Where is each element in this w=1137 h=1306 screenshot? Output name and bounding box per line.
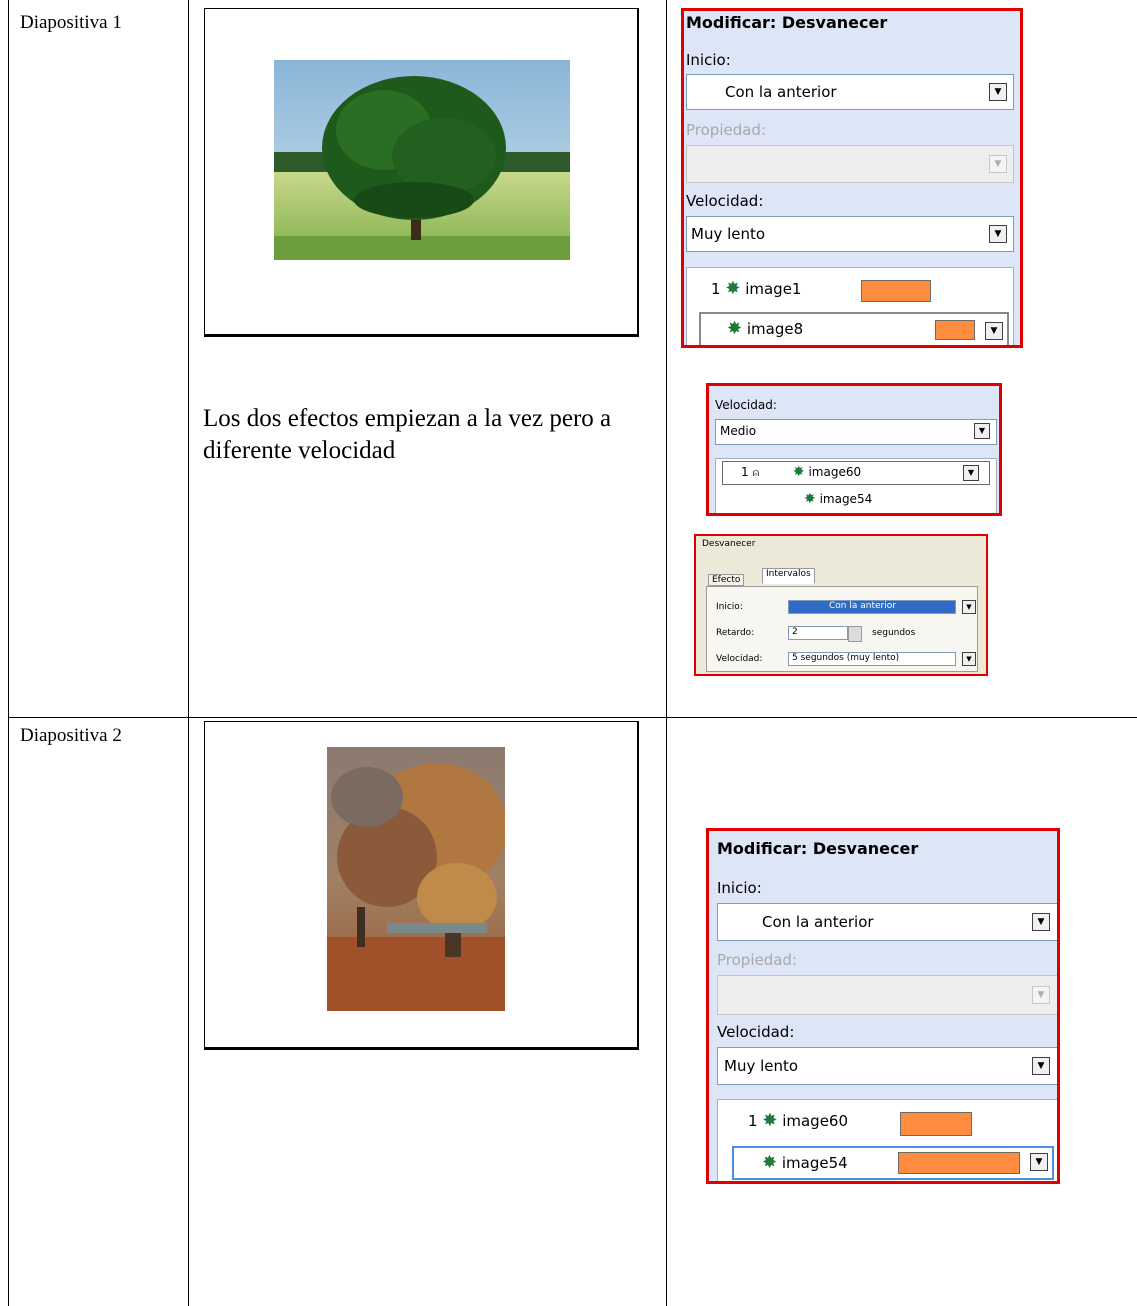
tab-efecto[interactable]: Efecto [708,574,745,586]
fade-star-icon: ✸ [762,1110,778,1131]
list-item-selected[interactable]: ✸ image8 ▼ [699,312,1009,345]
retardo-value: 2 [792,627,798,637]
propiedad-label: Propiedad: [717,951,798,969]
chevron-down-icon[interactable]: ▼ [985,322,1003,340]
inicio-select[interactable]: Con la anterior ▼ [717,903,1057,941]
mouse-click-icon: ⍝ [752,466,760,479]
item-name: image54 [781,1154,848,1172]
item-number: 1 [748,1112,758,1130]
velocidad-value: Muy lento [724,1057,799,1075]
panel-title: Modificar: Desvanecer [686,13,888,32]
custom-animation-mini-panel: Velocidad: Medio ▼ 1 ⍝ ✸ image60 ▼ ✸ ima… [706,383,1002,516]
timeline-bar[interactable] [861,280,931,302]
velocidad-select[interactable]: Muy lento ▼ [686,216,1014,252]
chevron-down-icon: ▼ [989,155,1007,173]
retardo-label: Retardo: [716,628,755,638]
chevron-down-icon[interactable]: ▼ [963,465,979,481]
velocidad-value: Medio [720,424,757,438]
animation-list: 1 ✸ image1 ✸ image8 ▼ [686,267,1014,345]
retardo-unit: segundos [872,628,916,638]
velocidad-label: Velocidad: [716,654,763,664]
chevron-down-icon[interactable]: ▼ [1032,913,1050,931]
velocidad-label: Velocidad: [715,398,777,412]
fade-star-icon: ✸ [804,491,816,507]
chevron-down-icon[interactable]: ▼ [989,83,1007,101]
propiedad-select: ▼ [717,975,1057,1015]
item-name: image54 [819,492,873,506]
fade-star-icon: ✸ [792,464,805,480]
slide-thumbnail-2 [204,721,639,1050]
effect-options-dialog: Desvanecer Efecto Intervalos Inicio: Con… [694,534,988,676]
fade-star-icon: ✸ [725,278,741,299]
velocidad-select[interactable]: Muy lento ▼ [717,1047,1057,1085]
inicio-select[interactable]: Con la anterior ▼ [686,74,1014,110]
item-name: image1 [745,280,802,298]
velocidad-value: Muy lento [691,225,766,243]
chevron-down-icon: ▼ [1032,986,1050,1004]
inicio-label: Inicio: [686,51,731,69]
timeline-bar[interactable] [900,1112,972,1136]
list-item[interactable]: ✸ image54 [804,491,872,507]
chevron-down-icon[interactable]: ▼ [1030,1153,1048,1171]
list-item[interactable]: 1 ✸ image60 [748,1110,848,1131]
timeline-bar[interactable] [935,320,975,340]
autumn-tree-photo [327,747,505,1011]
row-label-1: Diapositiva 1 [20,12,122,33]
inicio-value: Con la anterior [762,913,874,931]
animation-list: 1 ✸ image60 ✸ image54 ▼ [717,1099,1057,1181]
velocidad-label: Velocidad: [686,192,764,210]
custom-animation-panel-1: Modificar: Desvanecer Inicio: Con la ant… [681,8,1023,348]
animation-list: 1 ⍝ ✸ image60 ▼ ✸ image54 [715,458,997,513]
propiedad-select: ▼ [686,145,1014,183]
chevron-down-icon[interactable]: ▼ [962,652,976,666]
chevron-down-icon[interactable]: ▼ [962,600,976,614]
item-name: image8 [746,320,804,338]
list-item-selected[interactable]: ✸ image54 ▼ [732,1146,1054,1180]
inicio-label: Inicio: [716,602,743,612]
caption-text: Los dos efectos empiezan a la vez pero a… [203,405,612,464]
tab-intervalos[interactable]: Intervalos [762,568,815,584]
spinner-icon[interactable] [848,626,862,642]
inicio-label: Inicio: [717,879,762,897]
slide-thumbnail-1 [204,8,639,337]
velocidad-select[interactable]: 5 segundos (muy lento) [788,652,956,666]
item-name: image60 [808,465,862,479]
item-number: 1 [711,280,721,298]
velocidad-value: 5 segundos (muy lento) [792,653,900,663]
item-number: 1 [741,465,749,479]
timeline-bar[interactable] [898,1152,1020,1174]
retardo-input[interactable]: 2 [788,626,848,640]
inicio-value: Con la anterior [829,601,896,611]
tree-photo [274,60,570,260]
fade-star-icon: ✸ [762,1152,778,1173]
row-label-2: Diapositiva 2 [20,725,122,746]
list-item-selected[interactable]: 1 ⍝ ✸ image60 ▼ [722,461,990,485]
propiedad-label: Propiedad: [686,121,767,139]
inicio-value: Con la anterior [725,83,837,101]
velocidad-select[interactable]: Medio ▼ [715,419,997,445]
dialog-title: Desvanecer [702,539,756,549]
custom-animation-panel-2: Modificar: Desvanecer Inicio: Con la ant… [706,828,1060,1184]
inicio-select[interactable]: Con la anterior [788,600,956,614]
panel-title: Modificar: Desvanecer [717,839,919,858]
list-item[interactable]: 1 ✸ image1 [711,278,801,299]
item-name: image60 [782,1112,849,1130]
chevron-down-icon[interactable]: ▼ [1032,1057,1050,1075]
fade-star-icon: ✸ [727,318,743,339]
velocidad-label: Velocidad: [717,1023,795,1041]
chevron-down-icon[interactable]: ▼ [974,423,990,439]
chevron-down-icon[interactable]: ▼ [989,225,1007,243]
